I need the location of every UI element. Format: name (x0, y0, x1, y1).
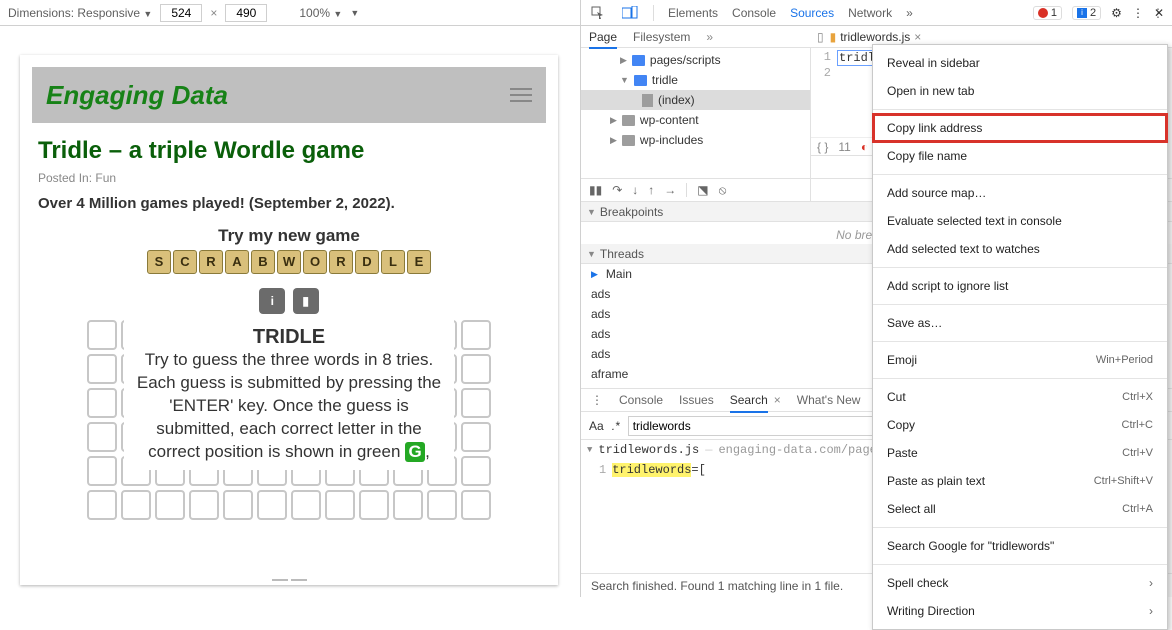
tab-console[interactable]: Console (732, 6, 776, 20)
tabs-more-icon[interactable]: » (906, 6, 913, 20)
ctx-evaluate-console[interactable]: Evaluate selected text in console (873, 207, 1167, 235)
step-into-icon[interactable]: ↓ (632, 183, 638, 197)
instructions-overlay: TRIDLE Try to guess the three words in 8… (124, 320, 454, 470)
hamburger-icon[interactable] (510, 88, 532, 102)
pause-exceptions-icon[interactable]: ⦸ (719, 183, 727, 198)
dimensions-dropdown[interactable]: Dimensions: Responsive ▼ (8, 6, 152, 20)
ctx-copy-link-address[interactable]: Copy link address (873, 114, 1167, 142)
ctx-save-as[interactable]: Save as… (873, 309, 1167, 337)
ctx-cut[interactable]: CutCtrl+X (873, 383, 1167, 411)
ctx-copy[interactable]: CopyCtrl+C (873, 411, 1167, 439)
regex-icon[interactable]: .* (612, 419, 620, 433)
messages-badge[interactable]: i2 (1072, 6, 1101, 20)
ctx-select-all[interactable]: Select allCtrl+A (873, 495, 1167, 523)
tab-elements[interactable]: Elements (668, 6, 718, 20)
throttling-dropdown[interactable]: ▼ (350, 8, 359, 18)
coverage-icon[interactable]: ◐ (861, 140, 868, 154)
ctx-add-source-map[interactable]: Add source map… (873, 179, 1167, 207)
drawer-search-tab[interactable]: Search (730, 393, 768, 407)
game-grids: TRIDLE Try to guess the three words in 8… (20, 320, 558, 520)
sources-filesystem-tab[interactable]: Filesystem (633, 30, 690, 44)
device-preview: Engaging Data Tridle – a triple Wordle g… (20, 55, 558, 585)
ctx-ignore-list[interactable]: Add script to ignore list (873, 272, 1167, 300)
dimension-x: × (210, 6, 217, 20)
ctx-spell-check[interactable]: Spell check (873, 569, 1167, 597)
scrabwordle-tiles[interactable]: SCRABWORDLE (20, 250, 558, 274)
context-menu: Reveal in sidebar Open in new tab Copy l… (872, 44, 1168, 630)
posted-in: Posted In: Fun (38, 171, 540, 185)
devtools-more-icon[interactable]: ⋮ (1132, 6, 1144, 20)
sources-more-icon[interactable]: » (706, 30, 713, 44)
height-input[interactable] (225, 4, 267, 22)
ctx-paste-plain[interactable]: Paste as plain textCtrl+Shift+V (873, 467, 1167, 495)
ctx-reveal-sidebar[interactable]: Reveal in sidebar (873, 49, 1167, 77)
info-icon[interactable]: i (259, 288, 285, 314)
drawer-whatsnew-tab[interactable]: What's New (797, 393, 861, 407)
step-out-icon[interactable]: ↑ (648, 183, 654, 197)
close-search-icon[interactable]: × (774, 393, 781, 407)
close-devtools-icon[interactable]: ✕ (1154, 6, 1164, 20)
drawer-console-tab[interactable]: Console (619, 393, 663, 407)
tab-network[interactable]: Network (848, 6, 892, 20)
milestone-text: Over 4 Million games played! (September … (38, 195, 540, 212)
snippet-icon: ▯ (817, 30, 824, 44)
stats-icon[interactable]: ▮ (293, 288, 319, 314)
tree-index[interactable]: (index) (581, 90, 810, 110)
ctx-add-watches[interactable]: Add selected text to watches (873, 235, 1167, 263)
sources-page-tab[interactable]: Page (589, 30, 617, 44)
site-header: Engaging Data (32, 67, 546, 123)
ctx-paste[interactable]: PasteCtrl+V (873, 439, 1167, 467)
drawer-issues-tab[interactable]: Issues (679, 393, 714, 407)
try-new-game: Try my new game (20, 226, 558, 246)
tab-sources[interactable]: Sources (790, 6, 834, 20)
ctx-search-google[interactable]: Search Google for "tridlewords" (873, 532, 1167, 560)
site-title[interactable]: Engaging Data (46, 80, 228, 111)
pause-icon[interactable]: ▮▮ (589, 183, 602, 197)
ctx-open-new-tab[interactable]: Open in new tab (873, 77, 1167, 105)
inspect-icon[interactable] (589, 4, 607, 22)
resize-handle-icon[interactable] (269, 579, 309, 583)
article-title: Tridle – a triple Wordle game (38, 137, 540, 165)
zoom-dropdown[interactable]: 100% ▼ (299, 6, 342, 20)
device-toggle-icon[interactable] (621, 4, 639, 22)
match-case-icon[interactable]: Aa (589, 419, 604, 433)
ctx-writing-direction[interactable]: Writing Direction (873, 597, 1167, 625)
pretty-print-icon[interactable]: { } (817, 140, 828, 154)
file-tab[interactable]: ▮tridlewords.js × (830, 30, 922, 44)
ctx-emoji[interactable]: EmojiWin+Period (873, 346, 1167, 374)
drawer-more-icon[interactable]: ⋮ (591, 393, 603, 407)
close-file-icon[interactable]: × (914, 30, 921, 44)
step-icon[interactable]: → (664, 183, 676, 197)
ctx-copy-file-name[interactable]: Copy file name (873, 142, 1167, 170)
settings-gear-icon[interactable]: ⚙ (1111, 6, 1122, 20)
deactivate-breakpoints-icon[interactable]: ⬔ (697, 183, 708, 197)
step-over-icon[interactable]: ↷ (612, 183, 622, 197)
errors-badge[interactable]: 1 (1033, 6, 1062, 20)
width-input[interactable] (160, 4, 202, 22)
